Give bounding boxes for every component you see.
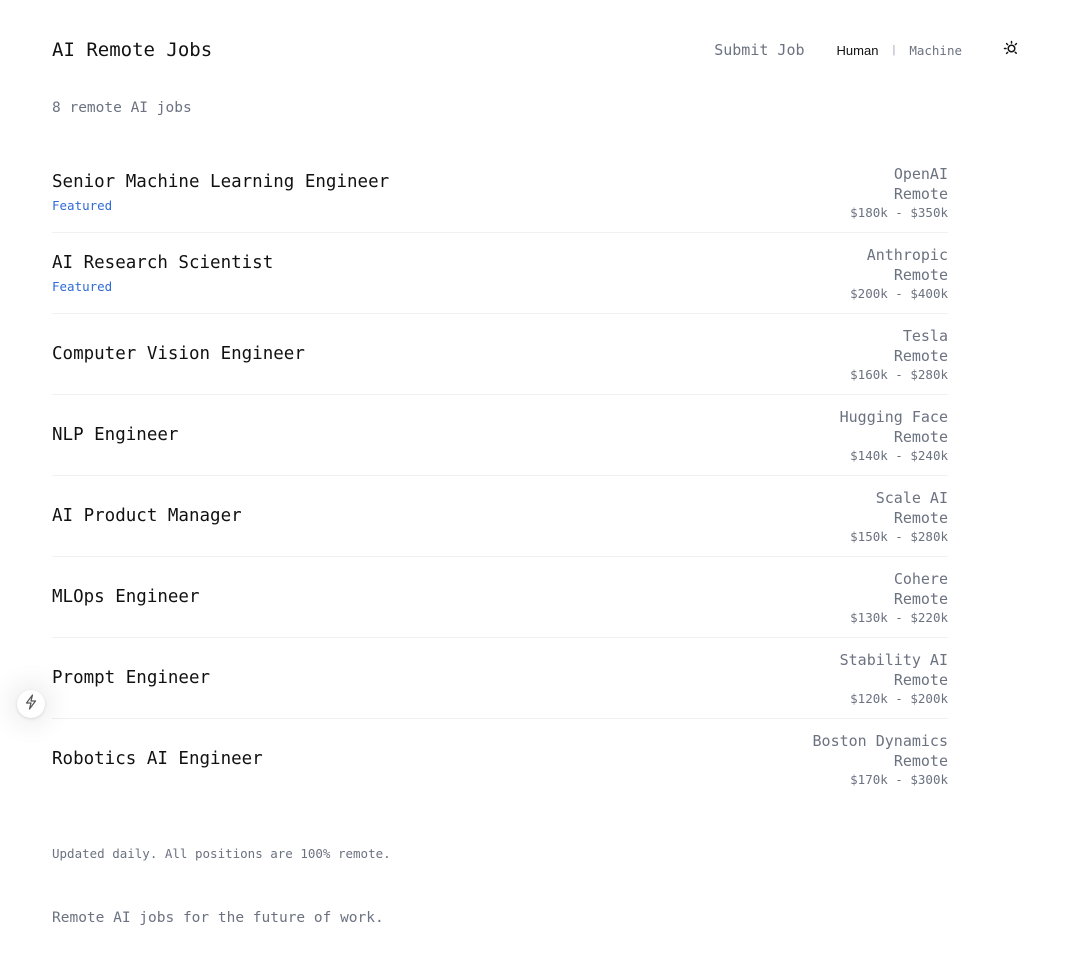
job-location: Remote xyxy=(893,508,948,527)
job-company: Stability AI xyxy=(839,650,948,669)
mode-toggle: Human | Machine xyxy=(837,43,962,58)
job-company: OpenAI xyxy=(893,164,948,183)
job-salary: $180k - $350k xyxy=(850,204,948,220)
job-row[interactable]: Computer Vision Engineer Tesla Remote $1… xyxy=(52,314,948,395)
job-company: Hugging Face xyxy=(839,407,948,426)
job-title[interactable]: Prompt Engineer xyxy=(52,668,210,688)
job-meta: Stability AI Remote $120k - $200k xyxy=(840,650,948,707)
job-company: Tesla xyxy=(902,326,948,345)
job-title[interactable]: NLP Engineer xyxy=(52,425,178,445)
featured-badge: Featured xyxy=(52,278,113,294)
job-salary: $130k - $220k xyxy=(850,609,948,625)
job-row[interactable]: Robotics AI Engineer Boston Dynamics Rem… xyxy=(52,719,948,799)
job-salary: $140k - $240k xyxy=(850,447,948,463)
job-info: Senior Machine Learning Engineer Feature… xyxy=(52,172,389,213)
job-count: 8 remote AI jobs xyxy=(52,100,192,116)
job-meta: Anthropic Remote $200k - $400k xyxy=(850,245,948,302)
theme-toggle-button[interactable] xyxy=(1002,40,1020,60)
job-salary: $170k - $300k xyxy=(850,771,948,787)
job-company: Boston Dynamics xyxy=(812,731,948,750)
job-info: NLP Engineer xyxy=(52,425,178,445)
job-location: Remote xyxy=(893,184,948,203)
job-info: AI Research Scientist Featured xyxy=(52,253,273,294)
lightning-icon xyxy=(24,694,38,714)
job-meta: Hugging Face Remote $140k - $240k xyxy=(840,407,948,464)
job-title[interactable]: Senior Machine Learning Engineer xyxy=(52,172,389,192)
job-salary: $120k - $200k xyxy=(850,690,948,706)
job-title[interactable]: MLOps Engineer xyxy=(52,587,200,607)
job-row[interactable]: AI Product Manager Scale AI Remote $150k… xyxy=(52,476,948,557)
footer-tagline: Remote AI jobs for the future of work. xyxy=(52,910,384,926)
floating-action-button[interactable] xyxy=(17,690,45,718)
job-meta: Boston Dynamics Remote $170k - $300k xyxy=(813,731,948,788)
submit-job-link[interactable]: Submit Job xyxy=(714,41,804,59)
job-location: Remote xyxy=(893,751,948,770)
job-row[interactable]: Senior Machine Learning Engineer Feature… xyxy=(52,152,948,233)
job-title[interactable]: AI Product Manager xyxy=(52,506,242,526)
job-title[interactable]: Robotics AI Engineer xyxy=(52,749,263,769)
job-meta: Cohere Remote $130k - $220k xyxy=(850,569,948,626)
job-company: Cohere xyxy=(893,569,948,588)
job-company: Scale AI xyxy=(875,488,948,507)
job-salary: $200k - $400k xyxy=(850,285,948,301)
job-salary: $160k - $280k xyxy=(850,366,948,382)
job-info: Computer Vision Engineer xyxy=(52,344,305,364)
job-info: MLOps Engineer xyxy=(52,587,200,607)
job-location: Remote xyxy=(893,670,948,689)
mode-machine-button[interactable]: Machine xyxy=(909,43,962,58)
job-company: Anthropic xyxy=(866,245,948,264)
mode-human-button[interactable]: Human xyxy=(837,43,879,58)
job-location: Remote xyxy=(893,346,948,365)
job-meta: Tesla Remote $160k - $280k xyxy=(850,326,948,383)
job-salary: $150k - $280k xyxy=(850,528,948,544)
site-title[interactable]: AI Remote Jobs xyxy=(52,39,212,61)
job-location: Remote xyxy=(893,265,948,284)
header-nav: Submit Job Human | Machine xyxy=(714,40,1020,60)
job-meta: Scale AI Remote $150k - $280k xyxy=(850,488,948,545)
job-title[interactable]: AI Research Scientist xyxy=(52,253,273,273)
job-location: Remote xyxy=(893,589,948,608)
mode-separator: | xyxy=(892,44,896,56)
job-info: Prompt Engineer xyxy=(52,668,210,688)
job-row[interactable]: AI Research Scientist Featured Anthropic… xyxy=(52,233,948,314)
job-row[interactable]: Prompt Engineer Stability AI Remote $120… xyxy=(52,638,948,719)
job-info: AI Product Manager xyxy=(52,506,242,526)
job-row[interactable]: MLOps Engineer Cohere Remote $130k - $22… xyxy=(52,557,948,638)
site-header: AI Remote Jobs Submit Job Human | Machin… xyxy=(52,36,1020,64)
job-meta: OpenAI Remote $180k - $350k xyxy=(850,164,948,221)
featured-badge: Featured xyxy=(52,197,113,213)
sun-icon xyxy=(1003,40,1019,60)
job-info: Robotics AI Engineer xyxy=(52,749,263,769)
footer-note: Updated daily. All positions are 100% re… xyxy=(52,846,391,861)
job-location: Remote xyxy=(893,427,948,446)
job-title[interactable]: Computer Vision Engineer xyxy=(52,344,305,364)
job-row[interactable]: NLP Engineer Hugging Face Remote $140k -… xyxy=(52,395,948,476)
job-list: Senior Machine Learning Engineer Feature… xyxy=(52,152,948,799)
